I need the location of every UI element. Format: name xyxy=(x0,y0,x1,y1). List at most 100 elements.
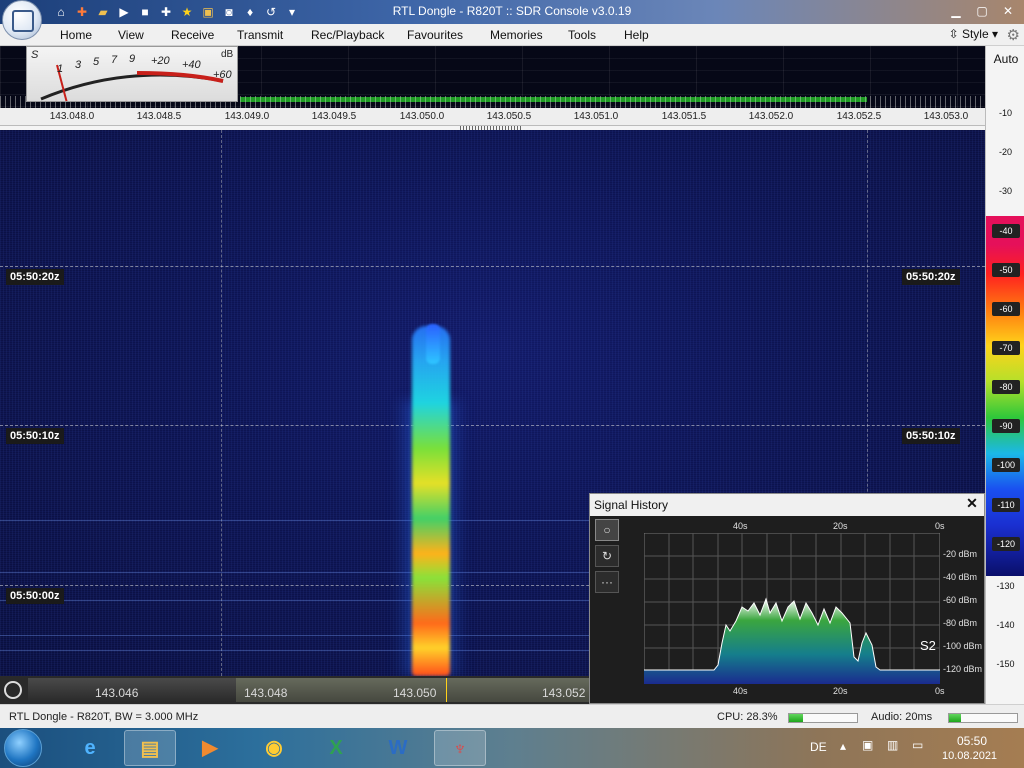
freq-tick-label: 143.051.0 xyxy=(573,111,619,122)
window-titlebar: ⌂ ✚ ▰ ▶ ■ ✚ ★ ▣ ◙ ♦ ↺ ▾ RTL Dongle - R82… xyxy=(0,0,1024,40)
signal-trace-tip xyxy=(426,324,440,364)
tray-network-icon[interactable]: ▥ xyxy=(887,738,898,752)
minimize-icon[interactable]: ▁ xyxy=(944,2,968,20)
palette-tick: -110 xyxy=(992,498,1020,512)
timestamp-left: 05:50:20z xyxy=(6,269,64,285)
sdr-console-icon[interactable]: ♆ xyxy=(434,730,486,766)
s-mark: 1 xyxy=(57,63,64,75)
menu-home[interactable]: Home xyxy=(60,28,92,42)
freq-tick-label: 143.050.0 xyxy=(399,111,445,122)
cpu-meter-fill xyxy=(789,714,803,722)
s-unit-reading: S2 xyxy=(920,638,936,653)
signal-history-body: ○ ↻ ··· 40s 20s 0s -20 dBm -40 dBm -60 d… xyxy=(590,516,984,703)
menu-rec-playback[interactable]: Rec/Playback xyxy=(311,28,384,42)
circle-icon[interactable]: ○ xyxy=(595,519,619,541)
close-icon[interactable]: ✕ xyxy=(996,2,1020,20)
freq-tick-label: 143.048.0 xyxy=(49,111,95,122)
app-menu-button[interactable] xyxy=(2,0,42,40)
s-mark: 9 xyxy=(129,53,136,65)
auto-button[interactable]: Auto xyxy=(989,48,1023,70)
dbm-label: -40 dBm xyxy=(943,572,978,582)
audio-status: Audio: 20ms xyxy=(871,711,933,723)
s-plus-mark: +20 xyxy=(151,55,170,67)
ie-icon[interactable]: e xyxy=(64,730,116,766)
spectrum-display[interactable]: S dB 1 3 5 7 9 +20 +40 +60 xyxy=(0,46,985,108)
time-label-bottom: 20s xyxy=(833,686,848,696)
level-scale: Auto -10 -20 -30 -40 -50 -60 -70 -80 -90… xyxy=(985,46,1024,704)
word-icon[interactable]: W xyxy=(372,730,424,766)
start-button[interactable] xyxy=(4,729,42,767)
scale-tick: -20 xyxy=(998,147,1012,157)
menu-memories[interactable]: Memories xyxy=(490,28,543,42)
language-indicator[interactable]: DE xyxy=(810,740,827,754)
timestamp-right: 05:50:20z xyxy=(902,269,960,285)
freq-tick-label: 143.051.5 xyxy=(661,111,707,122)
scroll-reset-icon[interactable] xyxy=(4,681,22,699)
timestamp-left: 05:50:10z xyxy=(6,428,64,444)
show-hidden-icons-icon[interactable]: ▴ xyxy=(840,739,846,753)
s-plus-mark: +40 xyxy=(182,59,201,71)
scale-tick: -150 xyxy=(996,659,1015,669)
style-label: Style xyxy=(961,27,989,41)
menu-tools[interactable]: Tools xyxy=(568,28,596,42)
clock-time[interactable]: 05:50 xyxy=(957,734,987,748)
palette-tick: -100 xyxy=(992,458,1020,472)
tuned-frequency-marker xyxy=(446,678,447,702)
explorer-icon[interactable]: ▤ xyxy=(124,730,176,766)
menu-receive[interactable]: Receive xyxy=(171,28,214,42)
status-bar: RTL Dongle - R820T, BW = 3.000 MHz CPU: … xyxy=(0,704,1024,728)
dbm-label: -60 dBm xyxy=(943,595,978,605)
s-plus-mark: +60 xyxy=(213,69,232,81)
settings-gear-icon[interactable]: ⚙ xyxy=(1007,26,1020,44)
network-icon xyxy=(12,10,34,32)
more-icon[interactable]: ··· xyxy=(595,571,619,593)
time-label-bottom: 40s xyxy=(733,686,748,696)
audio-meter xyxy=(948,713,1018,723)
tray-device-icon[interactable]: ▣ xyxy=(862,738,873,752)
palette-tick: -50 xyxy=(992,263,1020,277)
maximize-icon[interactable]: ▢ xyxy=(970,2,994,20)
s-mark: 5 xyxy=(93,56,100,68)
signal-history-plot xyxy=(644,533,940,684)
time-label-top: 40s xyxy=(733,521,748,531)
menu-transmit[interactable]: Transmit xyxy=(237,28,283,42)
band-label: 143.046 xyxy=(95,686,139,700)
time-label-top: 0s xyxy=(935,521,945,531)
s-mark: 7 xyxy=(111,54,118,66)
windows-taskbar: e ▤ ▶ ◉ X W ♆ DE ▴ ▣ ▥ ▭ 05:50 10.08.202… xyxy=(0,728,1024,768)
menu-view[interactable]: View xyxy=(118,28,144,42)
frequency-axis[interactable]: 143.048.0 143.048.5 143.049.0 143.049.5 … xyxy=(0,108,985,126)
style-updown-icon: ⇳ xyxy=(948,27,962,41)
menu-bar: Home View Receive Transmit Rec/Playback … xyxy=(0,24,1024,46)
cpu-meter xyxy=(788,713,858,723)
menu-favourites[interactable]: Favourites xyxy=(407,28,463,42)
signal-history-window[interactable]: Signal History ✕ ○ ↻ ··· 40s 20s 0s -20 … xyxy=(589,493,985,704)
style-menu[interactable]: ⇳ Style ▾ xyxy=(949,27,998,41)
scale-tick: -140 xyxy=(996,620,1015,630)
freq-tick-label: 143.052.0 xyxy=(748,111,794,122)
clock-date[interactable]: 10.08.2021 xyxy=(942,750,997,762)
time-label-bottom: 0s xyxy=(935,686,945,696)
tray-display-icon[interactable]: ▭ xyxy=(912,738,923,752)
palette-tick: -40 xyxy=(992,224,1020,238)
palette-tick: -70 xyxy=(992,341,1020,355)
palette-tick: -120 xyxy=(992,537,1020,551)
waterfall-hgrid xyxy=(0,425,985,426)
dbm-label: -100 dBm xyxy=(943,641,983,651)
dbm-label: -80 dBm xyxy=(943,618,978,628)
excel-icon[interactable]: X xyxy=(310,730,362,766)
waterfall-hgrid xyxy=(0,266,985,267)
menu-help[interactable]: Help xyxy=(624,28,649,42)
scale-tick: -10 xyxy=(998,108,1012,118)
band-label: 143.050 xyxy=(393,686,437,700)
palette-tick: -90 xyxy=(992,419,1020,433)
color-palette-bar[interactable]: -40 -50 -60 -70 -80 -90 -100 -110 -120 xyxy=(986,216,1024,576)
device-status: RTL Dongle - R820T, BW = 3.000 MHz xyxy=(9,711,199,723)
audio-meter-fill xyxy=(949,714,962,722)
chrome-icon[interactable]: ◉ xyxy=(248,730,300,766)
waterfall-vgrid xyxy=(221,130,222,676)
media-player-icon[interactable]: ▶ xyxy=(184,730,236,766)
refresh-icon[interactable]: ↻ xyxy=(595,545,619,567)
close-icon[interactable]: ✕ xyxy=(964,495,980,513)
band-label: 143.052 xyxy=(542,686,586,700)
